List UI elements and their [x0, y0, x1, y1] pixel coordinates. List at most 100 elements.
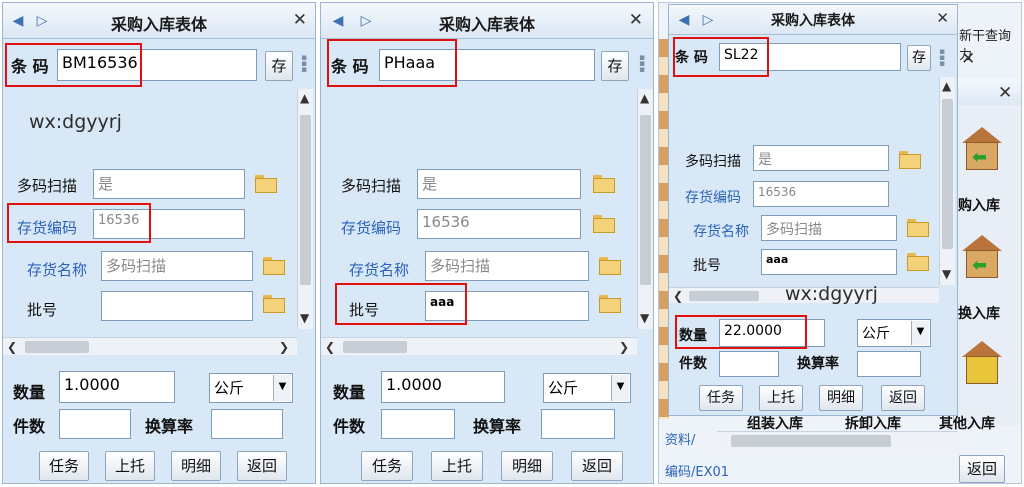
scroll-thumb[interactable] — [689, 291, 759, 301]
return-button[interactable]: 返回 — [959, 455, 1005, 483]
chevron-down-icon[interactable]: ▼ — [911, 321, 929, 345]
scroll-thumb[interactable] — [640, 115, 651, 285]
menu-item-purchase-in[interactable]: 购入库 — [958, 195, 1000, 215]
pieces-input[interactable] — [59, 409, 131, 439]
return-button[interactable]: 返回 — [237, 451, 287, 481]
batch-input[interactable]: aaa — [761, 249, 897, 275]
chevron-down-icon[interactable]: ▼ — [273, 375, 291, 401]
inv-code-field[interactable]: 16536 — [417, 209, 581, 239]
save-button[interactable]: 存 — [601, 51, 629, 81]
folder-icon[interactable] — [263, 295, 285, 313]
grip-icon: ▪ ▪ ▪ — [301, 53, 308, 75]
inv-name-field[interactable]: 多码扫描 — [761, 215, 897, 241]
other-in-label[interactable]: 其他入库 — [939, 413, 995, 433]
scroll-left-icon[interactable]: ❮ — [673, 289, 683, 303]
multi-scan-field[interactable]: 是 — [417, 169, 581, 199]
forklift-icon[interactable] — [962, 341, 1002, 385]
scroll-left-icon[interactable]: ❮ — [325, 340, 335, 354]
shelf-button[interactable]: 上托 — [105, 451, 155, 481]
chevron-down-icon[interactable]: ▼ — [611, 375, 629, 401]
scroll-thumb[interactable] — [731, 435, 891, 447]
folder-icon[interactable] — [255, 175, 277, 193]
task-button[interactable]: 任务 — [39, 451, 89, 481]
rate-input[interactable] — [211, 409, 283, 439]
inv-code-field[interactable]: 16536 — [753, 181, 889, 207]
scroll-up-icon[interactable]: ▲ — [942, 79, 951, 93]
scroll-thumb[interactable] — [343, 341, 407, 353]
horizontal-scrollbar[interactable]: ❮ ❯ — [321, 337, 637, 355]
task-button[interactable]: 任务 — [699, 385, 743, 411]
folder-icon[interactable] — [599, 295, 621, 313]
shelf-button[interactable]: 上托 — [759, 385, 803, 411]
qty-input[interactable]: 1.0000 — [59, 371, 175, 403]
unit-select[interactable]: 公斤 ▼ — [857, 319, 931, 347]
background-menu-panel: ✕ ⬅ 购入库 ⬅ 换入库 — [953, 79, 1021, 425]
folder-icon[interactable] — [899, 151, 921, 169]
detail-button[interactable]: 明细 — [171, 451, 221, 481]
menu-item-exchange-in[interactable]: 换入库 — [958, 303, 1000, 323]
inv-name-field[interactable]: 多码扫描 — [425, 251, 589, 281]
grip-icon: ▪ ▪ ▪ — [939, 47, 946, 69]
save-button[interactable]: 存 — [907, 45, 931, 71]
highlight-box — [335, 283, 467, 325]
return-button[interactable]: 返回 — [881, 385, 925, 411]
detail-button[interactable]: 明细 — [501, 451, 553, 481]
unit-select[interactable]: 公斤 ▼ — [543, 373, 631, 403]
qty-input[interactable]: 1.0000 — [381, 371, 505, 403]
window-title: 采购入库表体 — [110, 15, 207, 34]
vertical-scrollbar[interactable]: ▲ ▼ — [297, 89, 313, 329]
close-icon[interactable]: ✕ — [293, 10, 307, 30]
folder-icon[interactable] — [599, 257, 621, 275]
scroll-left-icon[interactable]: ❮ — [7, 340, 17, 354]
task-button[interactable]: 任务 — [361, 451, 413, 481]
multi-scan-field[interactable]: 是 — [93, 169, 245, 199]
disassembly-in-label[interactable]: 拆卸入库 — [845, 413, 901, 433]
horizontal-scrollbar[interactable]: ❮ ❯ — [3, 337, 297, 355]
vertical-scrollbar[interactable]: ▲ ▼ — [939, 77, 955, 285]
scroll-down-icon[interactable]: ▼ — [640, 311, 649, 325]
close-icon[interactable]: ✕ — [629, 10, 643, 30]
scroll-up-icon[interactable]: ▲ — [640, 91, 649, 105]
scroll-right-icon[interactable]: ❯ — [279, 340, 289, 354]
folder-icon[interactable] — [593, 175, 615, 193]
exchange-in-icon[interactable]: ⬅ — [962, 235, 1002, 279]
pieces-input[interactable] — [381, 409, 455, 439]
horizontal-scrollbar[interactable] — [717, 431, 957, 449]
scroll-right-icon[interactable]: ❯ — [619, 340, 629, 354]
watermark-text: wx:dgyyrj — [29, 111, 122, 133]
rate-input[interactable] — [857, 351, 921, 377]
scroll-up-icon[interactable]: ▲ — [300, 91, 309, 105]
close-icon[interactable]: ✕ — [998, 83, 1012, 103]
pieces-input[interactable] — [719, 351, 779, 377]
scroll-thumb[interactable] — [300, 115, 311, 285]
side-text-code: 编码/EX01 — [665, 465, 730, 480]
assembly-in-label[interactable]: 组装入库 — [747, 413, 803, 433]
highlight-box — [7, 203, 151, 243]
shelf-button[interactable]: 上托 — [431, 451, 483, 481]
purchase-in-icon[interactable]: ⬅ — [962, 127, 1002, 171]
scroll-down-icon[interactable]: ▼ — [942, 267, 951, 281]
folder-icon[interactable] — [907, 219, 929, 237]
multi-scan-field[interactable]: 是 — [753, 145, 889, 171]
save-button[interactable]: 存 — [265, 51, 293, 81]
vertical-scrollbar[interactable]: ▲ ▼ — [637, 89, 653, 329]
scroll-down-icon[interactable]: ▼ — [300, 311, 309, 325]
batch-input[interactable] — [101, 291, 253, 321]
background-close-icon[interactable]: ✕ — [961, 49, 975, 69]
folder-icon[interactable] — [263, 257, 285, 275]
rate-input[interactable] — [541, 409, 615, 439]
unit-select[interactable]: 公斤 ▼ — [209, 373, 293, 403]
folder-icon[interactable] — [593, 215, 615, 233]
batch-label: 批号 — [693, 258, 721, 274]
scroll-thumb[interactable] — [25, 341, 89, 353]
qty-label: 数量 — [333, 383, 366, 402]
detail-button[interactable]: 明细 — [819, 385, 863, 411]
return-button[interactable]: 返回 — [571, 451, 623, 481]
inv-name-field[interactable]: 多码扫描 — [101, 251, 253, 281]
inv-name-label: 存货名称 — [349, 261, 410, 279]
folder-icon[interactable] — [907, 253, 929, 271]
inv-code-label: 存货编码 — [341, 219, 402, 237]
close-icon[interactable]: ✕ — [936, 9, 949, 27]
rate-label: 换算率 — [145, 417, 194, 436]
scroll-thumb[interactable] — [942, 99, 953, 249]
